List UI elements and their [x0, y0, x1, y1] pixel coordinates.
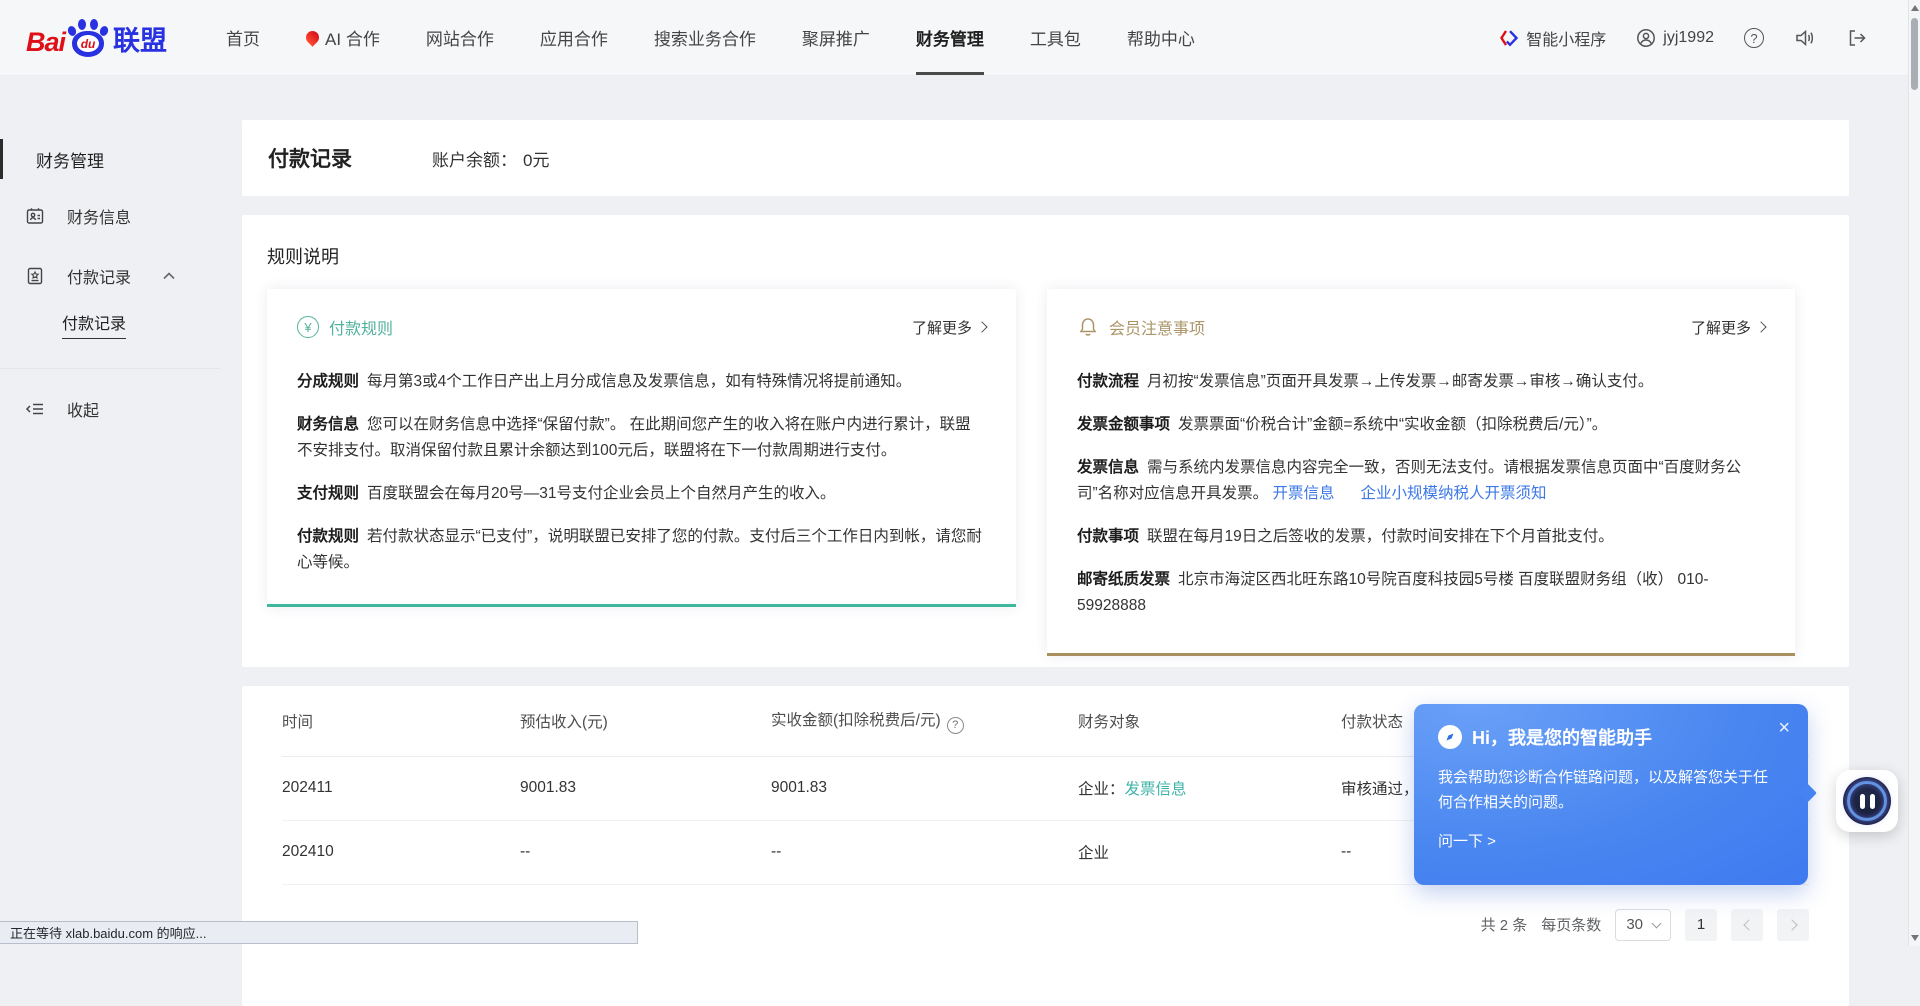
tooltip-help-icon[interactable]: ?	[947, 717, 964, 734]
user-account[interactable]: jyj1992	[1636, 28, 1714, 48]
mini-program-diamond-icon	[1499, 28, 1519, 48]
col-finance-target: 财务对象	[1078, 686, 1341, 756]
main-nav: 首页 AI 合作 网站合作 应用合作 搜索业务合作 聚屏推广 财务管理 工具包 …	[203, 0, 1218, 75]
rules-section-title: 规则说明	[267, 243, 1824, 269]
next-page-button[interactable]	[1777, 909, 1809, 941]
rule-item: 付款规则若付款状态显示“已支付”，说明联盟已安排了您的付款。支付后三个工作日内到…	[297, 524, 986, 576]
scrollbar-thumb[interactable]	[1911, 18, 1918, 90]
baidu-paw-icon: du	[66, 18, 110, 58]
nav-item-screen[interactable]: 聚屏推广	[779, 0, 893, 75]
logo-text-du: du	[77, 35, 99, 52]
rule-item: 发票信息需与系统内发票信息内容完全一致，否则无法支付。请根据发票信息页面中“百度…	[1077, 455, 1765, 507]
sound-icon[interactable]	[1794, 27, 1816, 49]
member-notes-title: 会员注意事项	[1109, 315, 1205, 339]
nav-item-finance[interactable]: 财务管理	[893, 0, 1007, 75]
nav-item-search[interactable]: 搜索业务合作	[631, 0, 779, 75]
small-taxpayer-guide-link[interactable]: 企业小规模纳税人开票须知	[1361, 485, 1547, 502]
page-scrollbar[interactable]	[1908, 0, 1920, 946]
close-icon[interactable]: ×	[1778, 718, 1790, 738]
prev-page-button[interactable]	[1731, 909, 1763, 941]
page-number-1[interactable]: 1	[1685, 909, 1717, 941]
nav-item-toolkit[interactable]: 工具包	[1007, 0, 1104, 75]
payment-record-icon	[25, 266, 45, 286]
active-section-indicator	[0, 139, 3, 179]
per-page-select[interactable]: 30	[1615, 909, 1671, 941]
total-count: 共 2 条	[1481, 914, 1528, 935]
collapse-icon	[25, 401, 45, 417]
chevron-down-icon	[1652, 918, 1662, 928]
sidebar-subitem-payment-records[interactable]: 付款记录	[0, 304, 220, 344]
page-title: 付款记录	[268, 143, 352, 173]
sidebar-section-finance: 财务管理	[0, 142, 220, 176]
rule-item: 财务信息您可以在财务信息中选择“保留付款”。 在此期间您产生的收入将在账户内进行…	[297, 412, 986, 464]
rule-item: 支付规则百度联盟会在每月20号—31号支付企业会员上个自然月产生的收入。	[297, 481, 986, 507]
member-notes-card: 会员注意事项 了解更多 付款流程月初按“发票信息”页面开具发票→上传发票→邮寄发…	[1047, 289, 1795, 656]
balance-value: 0元	[523, 151, 549, 170]
payment-rules-card: ¥ 付款规则 了解更多 分成规则每月第3或4个工作日产出上月分成信息及发票信息，…	[267, 289, 1016, 607]
rule-item: 发票金额事项发票票面“价税合计”金额=系统中“实收金额（扣除税费后/元）”。	[1077, 412, 1765, 438]
sidebar-collapse-button[interactable]: 收起	[0, 389, 220, 429]
rule-item: 付款流程月初按“发票信息”页面开具发票→上传发票→邮寄发票→审核→确认支付。	[1077, 369, 1765, 395]
nav-item-help[interactable]: 帮助中心	[1104, 0, 1218, 75]
per-page-label: 每页条数	[1541, 914, 1601, 935]
bell-icon	[1077, 316, 1099, 338]
chevron-left-icon	[1743, 919, 1754, 930]
member-notes-more-link[interactable]: 了解更多	[1691, 317, 1765, 338]
sidebar-item-finance-info[interactable]: 财务信息	[0, 196, 220, 236]
baidu-union-logo[interactable]: Bai du 联盟	[26, 18, 167, 58]
top-navigation-bar: Bai du 联盟 首页 AI 合作 网站合作 应用合作 搜索业务合作 聚屏推广…	[0, 0, 1908, 76]
assistant-title: Hi，我是您的智能助手	[1472, 724, 1652, 750]
mini-program-link[interactable]: 智能小程序	[1499, 26, 1606, 50]
rule-item: 分成规则每月第3或4个工作日产出上月分成信息及发票信息，如有特殊情况将提前通知。	[297, 369, 986, 395]
nav-item-ai[interactable]: AI 合作	[283, 0, 403, 75]
ask-now-link[interactable]: 问一下 >	[1438, 830, 1784, 851]
rule-item: 付款事项联盟在每月19日之后签收的发票，付款时间安排在下个月首批支付。	[1077, 524, 1765, 550]
help-icon[interactable]: ?	[1744, 28, 1764, 48]
scroll-up-arrow-icon[interactable]	[1911, 5, 1919, 11]
nav-item-home[interactable]: 首页	[203, 0, 283, 75]
logout-icon[interactable]	[1846, 27, 1868, 49]
assistant-popup: Hi，我是您的智能助手 × 我会帮助您诊断合作链路问题，以及解答您关于任何合作相…	[1414, 704, 1808, 885]
nav-item-website[interactable]: 网站合作	[403, 0, 517, 75]
logo-text-bai: Bai	[26, 27, 65, 58]
col-time: 时间	[282, 686, 520, 756]
chevron-up-icon	[162, 271, 176, 281]
browser-status-bar: 正在等待 xlab.baidu.com 的响应...	[0, 921, 638, 944]
flame-icon	[303, 28, 321, 46]
rule-item: 邮寄纸质发票北京市海淀区西北旺东路10号院百度科技园5号楼 百度联盟财务组（收）…	[1077, 567, 1765, 619]
page-header-card: 付款记录 账户余额：0元	[242, 120, 1849, 196]
invoice-info-table-link[interactable]: 发票信息	[1125, 781, 1187, 798]
invoice-info-link[interactable]: 开票信息	[1272, 485, 1334, 502]
sidebar: 财务管理 财务信息 付款记录 付款记录 收起	[0, 76, 220, 946]
payment-rules-more-link[interactable]: 了解更多	[912, 317, 986, 338]
assistant-message: 我会帮助您诊断合作链路问题，以及解答您关于任何合作相关的问题。	[1438, 766, 1774, 816]
chevron-right-icon	[976, 321, 987, 332]
chevron-right-icon	[1755, 321, 1766, 332]
topbar-right: 智能小程序 jyj1992 ?	[1499, 0, 1868, 76]
account-balance: 账户余额：0元	[432, 146, 549, 171]
assistant-robot-button[interactable]	[1836, 770, 1898, 832]
sidebar-item-payment-records[interactable]: 付款记录	[0, 256, 220, 296]
nav-item-app[interactable]: 应用合作	[517, 0, 631, 75]
col-estimated-income: 预估收入(元)	[520, 686, 771, 756]
chevron-right-icon	[1786, 919, 1797, 930]
logo-text-union: 联盟	[113, 19, 167, 58]
rules-card: 规则说明 ¥ 付款规则 了解更多 分成规则每月第3或4个工作日产出上月分成信息及…	[242, 215, 1849, 667]
col-actual-amount: 实收金额(扣除税费后/元)?	[771, 686, 1078, 756]
payment-rules-title: 付款规则	[329, 315, 393, 339]
scroll-down-arrow-icon[interactable]	[1911, 935, 1919, 941]
yen-coin-icon: ¥	[297, 316, 319, 338]
robot-icon	[1843, 777, 1891, 825]
finance-info-icon	[25, 206, 45, 226]
sidebar-divider	[0, 368, 220, 369]
user-icon	[1636, 28, 1656, 48]
compass-icon	[1438, 725, 1462, 749]
